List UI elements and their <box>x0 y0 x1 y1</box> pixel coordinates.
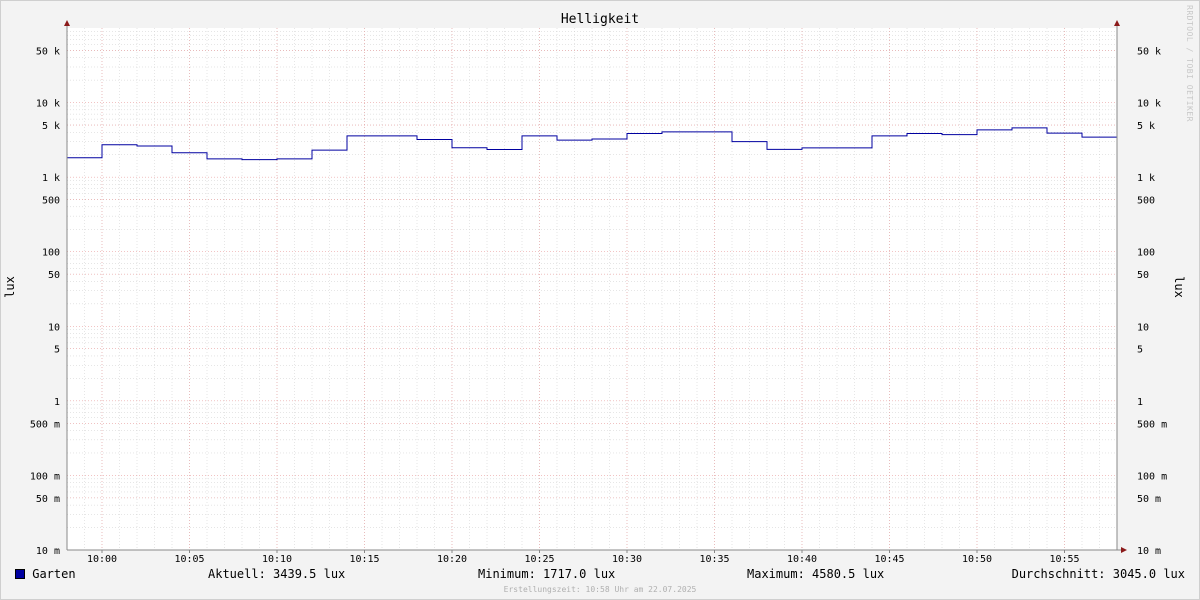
x-tick-label: 10:10 <box>262 554 292 565</box>
x-tick-label: 10:15 <box>349 554 379 565</box>
x-tick-label: 10:35 <box>699 554 729 565</box>
y-tick-label-left: 1 k <box>42 173 60 184</box>
y-tick-label-right: 500 m <box>1137 419 1167 430</box>
y-tick-label-left: 1 <box>54 397 60 408</box>
y-tick-label-right: 1 k <box>1137 173 1155 184</box>
y-tick-label-left: 100 m <box>30 471 60 482</box>
y-tick-label-left: 10 k <box>36 99 60 110</box>
rrdtool-watermark: RRDTOOL / TOBI OETIKER <box>1185 5 1194 122</box>
y-tick-label-right: 500 <box>1137 196 1155 207</box>
legend: Garten Aktuell: 3439.5 lux Minimum: 1717… <box>15 567 1185 583</box>
creation-time-footer: Erstellungszeit: 10:58 Uhr am 22.07.2025 <box>504 585 697 594</box>
y-tick-label-right: 5 k <box>1137 121 1155 132</box>
brightness-chart: 10:00 10:05 10:10 10:15 10:20 10:25 10:30 10:35… <box>3 5 1194 594</box>
y-tick-label-right: 50 <box>1137 270 1149 281</box>
x-tick-label: 10:05 <box>174 554 204 565</box>
legend-item-garten: Garten <box>15 567 76 581</box>
legend-maximum: Maximum: 4580.5 lux <box>747 567 885 581</box>
y-axis-label-left: lux <box>3 276 17 298</box>
x-tick-label: 10:45 <box>874 554 904 565</box>
y-tick-label-right: 50 m <box>1137 494 1161 505</box>
legend-minimum: Minimum: 1717.0 lux <box>478 567 616 581</box>
y-tick-label-right: 50 k <box>1137 46 1161 57</box>
x-tick-label: 10:40 <box>787 554 817 565</box>
y-tick-label-left: 500 m <box>30 419 60 430</box>
y-tick-label-left: 50 m <box>36 494 60 505</box>
legend-label: Garten <box>32 567 76 581</box>
y-tick-label-left: 50 <box>48 270 60 281</box>
y-tick-label-right: 10 <box>1137 322 1149 333</box>
y-axis-label-right: lux <box>1172 276 1186 298</box>
x-tick-label: 10:20 <box>437 554 467 565</box>
y-tick-label-right: 100 <box>1137 248 1155 259</box>
x-tick-label: 10:30 <box>612 554 642 565</box>
y-tick-label-left: 5 k <box>42 121 60 132</box>
legend-current: Aktuell: 3439.5 lux <box>208 567 346 581</box>
legend-average: Durchschnitt: 3045.0 lux <box>1011 567 1185 581</box>
y-tick-label-right: 10 m <box>1137 546 1161 557</box>
y-tick-label-left: 5 <box>54 345 60 356</box>
y-tick-label-right: 10 k <box>1137 99 1161 110</box>
y-tick-label-left: 500 <box>42 196 60 207</box>
x-tick-label: 10:50 <box>962 554 992 565</box>
legend-swatch <box>15 569 25 579</box>
y-tick-label-left: 10 <box>48 322 60 333</box>
y-tick-label-right: 5 <box>1137 345 1143 356</box>
chart-title: Helligkeit <box>561 12 639 27</box>
y-axis-arrow-right <box>1114 20 1120 26</box>
x-axis-arrow <box>1121 547 1127 553</box>
x-tick-label: 10:00 <box>87 554 117 565</box>
y-tick-label-left: 100 <box>42 248 60 259</box>
x-tick-label: 10:25 <box>524 554 554 565</box>
x-tick-label: 10:55 <box>1049 554 1079 565</box>
y-axis-arrow-left <box>64 20 70 26</box>
y-tick-label-right: 1 <box>1137 397 1143 408</box>
y-tick-label-left: 10 m <box>36 546 60 557</box>
y-tick-label-right: 100 m <box>1137 471 1167 482</box>
y-tick-label-left: 50 k <box>36 46 60 57</box>
